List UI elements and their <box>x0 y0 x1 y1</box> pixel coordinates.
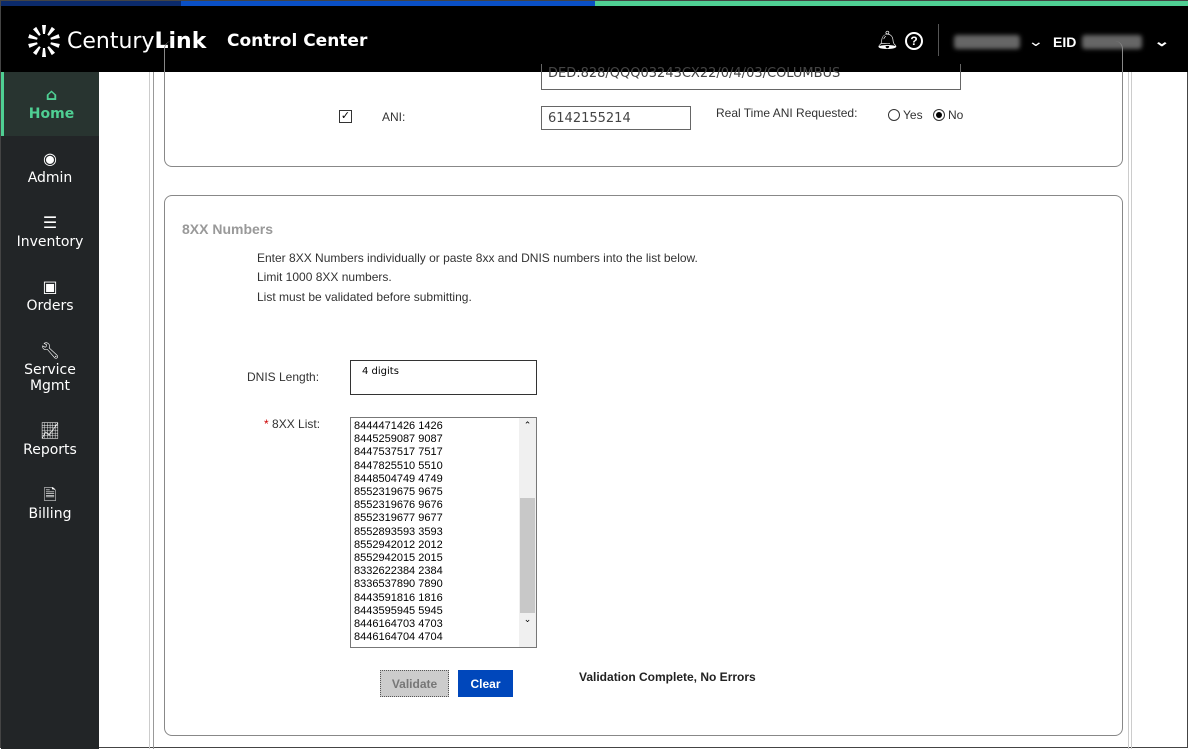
instruction-line: Enter 8XX Numbers individually or paste … <box>257 251 698 265</box>
nav-label: Billing <box>28 505 72 522</box>
nav-label: Reports <box>23 441 77 458</box>
ani-panel <box>164 41 1123 167</box>
section-title: 8XX Numbers <box>182 221 274 237</box>
sidebar-item-home[interactable]: ⌂ Home <box>1 72 99 136</box>
list-entry: 8445259087 9087 <box>354 433 443 446</box>
validate-button[interactable]: Validate <box>380 670 449 697</box>
wrench-icon: 🔧︎ <box>39 340 61 360</box>
list-icon: ☰ <box>42 212 58 232</box>
list-entry: 8336537890 7890 <box>354 578 443 591</box>
scroll-up-icon[interactable]: ⌃ <box>519 420 536 431</box>
chevron-down-icon: ⌄ <box>1153 33 1171 49</box>
list-entry: 8443595945 5945 <box>354 604 443 617</box>
chart-icon: 📈︎ <box>39 420 61 440</box>
sidebar-item-reports[interactable]: 📈︎ Reports <box>1 408 99 472</box>
clear-button[interactable]: Clear <box>458 670 513 697</box>
list-entry: 8552893593 3593 <box>354 525 443 538</box>
realtime-ani-label: Real Time ANI Requested: <box>716 106 858 120</box>
sidebar-item-inventory[interactable]: ☰ Inventory <box>1 200 99 264</box>
content-border <box>153 72 154 749</box>
radio-icon <box>888 109 900 121</box>
nav-label: Inventory <box>16 233 84 250</box>
radio-yes-label: Yes <box>903 108 923 122</box>
list-entry: 8552942015 2015 <box>354 552 443 565</box>
instruction-line: Limit 1000 8XX numbers. <box>257 270 392 284</box>
radio-no-label: No <box>948 108 964 122</box>
list-entry: 8448504749 4749 <box>354 472 443 485</box>
nav-label: Admin <box>27 169 73 186</box>
dnis-length-select[interactable]: 4 digits <box>350 360 537 395</box>
list-entry: 8552942012 2012 <box>354 538 443 551</box>
list-entry: 8552319676 9676 <box>354 499 443 512</box>
content-border <box>1128 72 1129 749</box>
radio-no[interactable]: No <box>933 108 963 122</box>
sidebar-item-orders[interactable]: ▣ Orders <box>1 264 99 328</box>
list-entry: 8552319675 9675 <box>354 486 443 499</box>
inbox-icon: ▣ <box>42 276 58 296</box>
brand-name-light: Century <box>67 28 155 54</box>
list-entry: 8443591816 1816 <box>354 591 443 604</box>
list-entry: 8552319677 9677 <box>354 512 443 525</box>
radio-yes[interactable]: Yes <box>888 108 923 122</box>
8xx-list-label: * 8XX List: <box>264 417 320 431</box>
home-icon: ⌂ <box>45 84 58 104</box>
list-entry: 8446164703 4703 <box>354 618 443 631</box>
nav-label: Orders <box>26 297 74 314</box>
content-border <box>149 72 150 749</box>
instruction-line: List must be validated before submitting… <box>257 290 472 304</box>
scrollbar-thumb[interactable] <box>520 498 535 613</box>
dnis-length-label: DNIS Length: <box>247 370 320 384</box>
validation-status: Validation Complete, No Errors <box>579 670 756 684</box>
8xx-list-textarea[interactable]: 8444471426 1426 8445259087 9087 8447537517… <box>350 417 537 648</box>
nav-label: Service Mgmt <box>24 361 76 394</box>
list-entry: 8444471426 1426 <box>354 420 443 432</box>
sidebar: ⌂ Home ◉ Admin ☰ Inventory ▣ Orders 🔧︎ Servic… <box>1 72 99 749</box>
list-entry: 8446164704 4704 <box>354 631 443 644</box>
radio-selected-icon <box>933 109 945 121</box>
list-label-text: 8XX List: <box>272 417 321 431</box>
list-entry: 8447537517 7517 <box>354 446 443 459</box>
scroll-down-icon[interactable]: ⌄ <box>519 614 536 625</box>
ani-input[interactable]: 6142155214 <box>541 106 691 130</box>
sidebar-item-service-mgmt[interactable]: 🔧︎ Service Mgmt <box>1 328 99 408</box>
sidebar-item-billing[interactable]: 🗎︎ Billing <box>1 472 99 536</box>
invoice-icon: 🗎︎ <box>43 484 57 504</box>
logo-burst-icon: /*static*/ <box>28 25 60 57</box>
circuit-field[interactable]: DED:828/QQQ03243CX22/0/4/03/COLUMBUS <box>541 64 961 90</box>
ani-checkbox[interactable]: ✓ <box>339 110 352 123</box>
user-icon: ◉ <box>43 148 57 168</box>
required-mark: * <box>264 417 269 431</box>
sidebar-item-admin[interactable]: ◉ Admin <box>1 136 99 200</box>
content-border <box>1131 72 1132 749</box>
list-entry: 8332622384 2384 <box>354 565 443 578</box>
scrollbar[interactable]: ⌃ ⌄ <box>519 418 536 647</box>
list-entry: 8447825510 5510 <box>354 459 443 472</box>
ani-label: ANI: <box>382 110 406 124</box>
nav-label: Home <box>28 105 75 122</box>
